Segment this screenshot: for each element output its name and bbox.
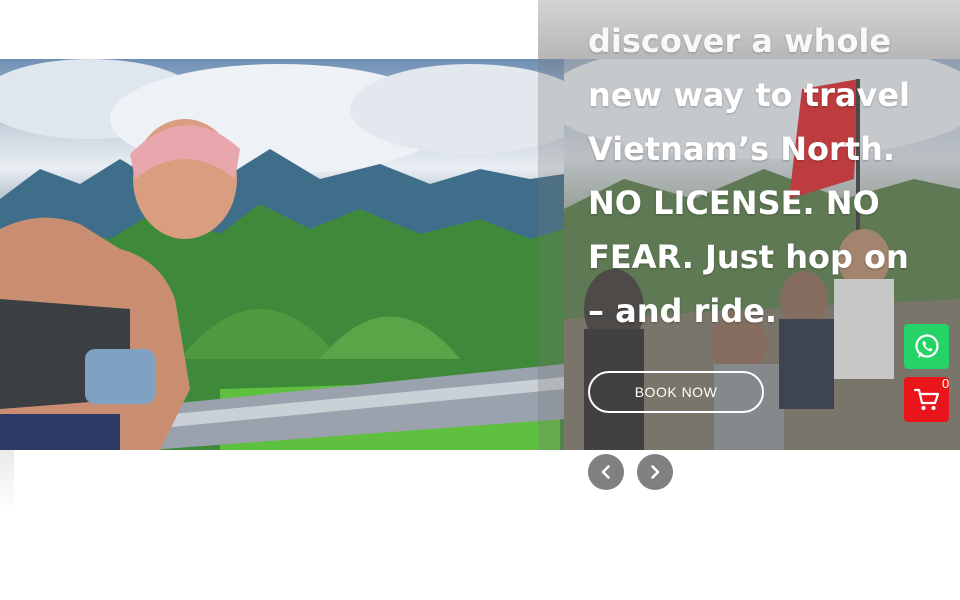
- book-now-button[interactable]: BOOK NOW: [588, 371, 764, 413]
- cart-count-badge: 0: [942, 376, 950, 391]
- headline-line-4: NO LICENSE. NO: [588, 184, 880, 222]
- whatsapp-icon: [914, 333, 939, 358]
- headline-line-6: – and ride.: [588, 292, 778, 330]
- headline-line-1: discover a whole: [588, 22, 892, 60]
- cart-icon: [913, 388, 939, 410]
- slider-next-button[interactable]: [637, 454, 673, 490]
- whatsapp-button[interactable]: [904, 324, 949, 369]
- slider-prev-button[interactable]: [588, 454, 624, 490]
- hero-image-rider: [0, 59, 564, 450]
- chevron-right-icon: [651, 465, 660, 479]
- headline-line-3: Vietnam’s North.: [588, 130, 896, 168]
- chevron-left-icon: [601, 465, 610, 479]
- mountain-scenery: [0, 59, 564, 450]
- edge-divider: [0, 450, 14, 512]
- headline-line-2: new way to travel: [588, 76, 910, 114]
- headline-line-5: FEAR. Just hop on: [588, 238, 909, 276]
- hero-headline: discover a whole new way to travel Vietn…: [588, 14, 938, 338]
